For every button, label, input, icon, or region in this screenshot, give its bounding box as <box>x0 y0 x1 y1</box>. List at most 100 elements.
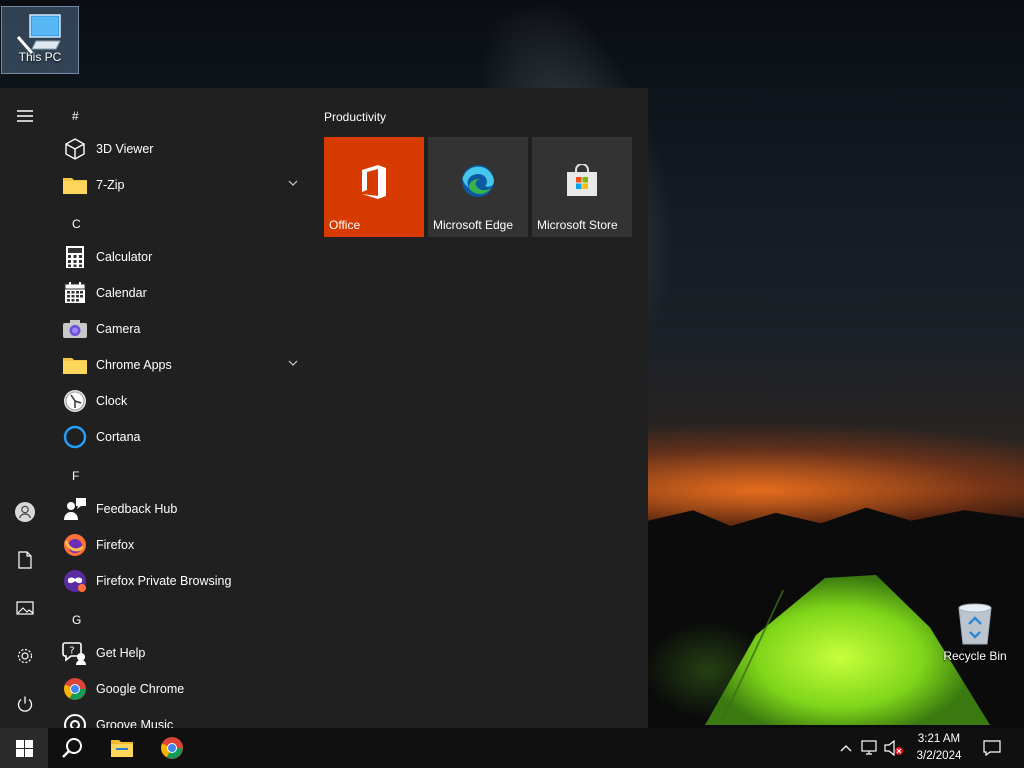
letter-header[interactable]: # <box>72 109 79 123</box>
network-icon <box>861 740 877 755</box>
tile-group-title[interactable]: Productivity <box>324 110 386 124</box>
desktop-icon-label: This PC <box>18 50 62 64</box>
chrome-icon <box>64 678 86 700</box>
pictures-icon <box>16 601 34 615</box>
taskbar-chrome[interactable] <box>148 728 196 768</box>
start-menu: # 3D Viewer 7-Zip C Calculator Calendar … <box>0 88 648 728</box>
svg-text:?: ? <box>69 646 74 657</box>
documents-button[interactable] <box>0 538 50 582</box>
app-item-label: Get Help <box>96 646 146 660</box>
tile-label: Microsoft Store <box>537 218 618 232</box>
3d-viewer-icon <box>65 138 85 160</box>
letter-header[interactable]: F <box>72 469 79 483</box>
app-item-label: Groove Music <box>96 718 174 728</box>
edge-icon <box>462 165 494 197</box>
app-item-label: Google Chrome <box>96 682 185 696</box>
file-explorer-icon <box>111 740 133 757</box>
tile-office[interactable]: Office <box>324 137 424 237</box>
app-item-chrome-apps[interactable]: Chrome Apps <box>50 347 310 383</box>
pictures-button[interactable] <box>0 586 50 630</box>
hamburger-icon <box>17 110 33 122</box>
power-button[interactable] <box>0 682 50 726</box>
power-icon <box>17 696 33 712</box>
account-button[interactable] <box>0 490 50 534</box>
hamburger-menu-button[interactable] <box>0 94 50 138</box>
notification-icon <box>983 740 1001 756</box>
store-icon <box>567 164 597 196</box>
app-item-camera[interactable]: Camera <box>50 311 310 347</box>
app-item-label: Calendar <box>96 286 147 300</box>
desktop-icon-label: Recycle Bin <box>943 649 1007 663</box>
app-item-calculator[interactable]: Calculator <box>50 239 310 275</box>
settings-button[interactable] <box>0 634 50 678</box>
taskbar-file-explorer[interactable] <box>98 728 146 768</box>
get-help-icon: ? <box>62 642 86 665</box>
chevron-up-icon <box>840 745 852 752</box>
desktop-icon-recycle-bin[interactable]: Recycle Bin <box>937 600 1013 663</box>
show-hidden-icons-button[interactable] <box>836 728 856 768</box>
action-center-button[interactable] <box>976 728 1008 768</box>
app-item-firefox[interactable]: Firefox <box>50 527 310 563</box>
volume-button[interactable] <box>882 728 906 768</box>
app-item-label: 3D Viewer <box>96 142 154 156</box>
volume-muted-icon <box>884 740 903 756</box>
app-item-label: Camera <box>96 322 141 336</box>
clock-time: 3:21 AM <box>917 733 961 745</box>
search-icon <box>62 738 82 758</box>
network-button[interactable] <box>858 728 882 768</box>
app-item-label: 7-Zip <box>96 178 125 192</box>
app-item-3d-viewer[interactable]: 3D Viewer <box>50 131 310 167</box>
clock-date: 3/2/2024 <box>916 750 962 762</box>
recycle-bin-icon <box>958 603 992 645</box>
app-item-label: Clock <box>96 394 128 408</box>
feedback-hub-icon <box>64 498 86 520</box>
app-item-label: Chrome Apps <box>96 358 172 372</box>
taskbar: 3:21 AM 3/2/2024 <box>0 728 1024 768</box>
windows-logo-icon <box>15 739 33 757</box>
search-button[interactable] <box>48 728 96 768</box>
app-list[interactable]: # 3D Viewer 7-Zip C Calculator Calendar … <box>50 88 310 728</box>
clock-icon <box>64 390 86 412</box>
groove-music-icon <box>64 714 86 728</box>
app-item-groove-music[interactable]: Groove Music <box>50 707 310 728</box>
calendar-icon <box>64 282 86 303</box>
app-item-cortana[interactable]: Cortana <box>50 419 310 455</box>
firefox-private-icon <box>64 570 86 592</box>
folder-icon <box>63 178 87 194</box>
gear-icon <box>17 648 33 664</box>
app-item-clock[interactable]: Clock <box>50 383 310 419</box>
letter-header[interactable]: C <box>72 217 81 231</box>
desktop-icon-this-pc[interactable]: This PC <box>1 6 79 74</box>
letter-header[interactable]: G <box>72 613 81 627</box>
calculator-icon <box>66 246 84 268</box>
tile-label: Office <box>329 218 361 232</box>
tile-label: Microsoft Edge <box>433 218 514 232</box>
app-item-7-zip[interactable]: 7-Zip <box>50 167 310 203</box>
app-item-firefox-private[interactable]: Firefox Private Browsing <box>50 563 310 599</box>
chrome-icon <box>161 737 183 759</box>
app-item-label: Firefox Private Browsing <box>96 574 232 588</box>
app-item-label: Firefox <box>96 538 135 552</box>
firefox-icon <box>64 534 86 556</box>
start-rail <box>0 88 50 728</box>
tile-microsoft-store[interactable]: Microsoft Store <box>532 137 632 237</box>
start-button[interactable] <box>0 728 48 768</box>
app-item-feedback-hub[interactable]: Feedback Hub <box>50 491 310 527</box>
cortana-icon <box>63 425 87 449</box>
office-icon <box>362 165 386 199</box>
taskbar-clock[interactable]: 3:21 AM 3/2/2024 <box>906 731 972 765</box>
chevron-down-icon[interactable] <box>288 179 298 187</box>
chevron-down-icon[interactable] <box>288 359 298 367</box>
app-item-label: Feedback Hub <box>96 502 178 516</box>
folder-icon <box>63 358 87 374</box>
app-item-google-chrome[interactable]: Google Chrome <box>50 671 310 707</box>
computer-icon <box>16 14 61 54</box>
app-item-get-help[interactable]: ? Get Help <box>50 635 310 671</box>
user-icon <box>15 502 35 522</box>
tile-microsoft-edge[interactable]: Microsoft Edge <box>428 137 528 237</box>
app-item-calendar[interactable]: Calendar <box>50 275 310 311</box>
app-item-label: Calculator <box>96 250 153 264</box>
camera-icon <box>63 320 87 338</box>
app-item-label: Cortana <box>96 430 141 444</box>
document-icon <box>18 551 32 569</box>
